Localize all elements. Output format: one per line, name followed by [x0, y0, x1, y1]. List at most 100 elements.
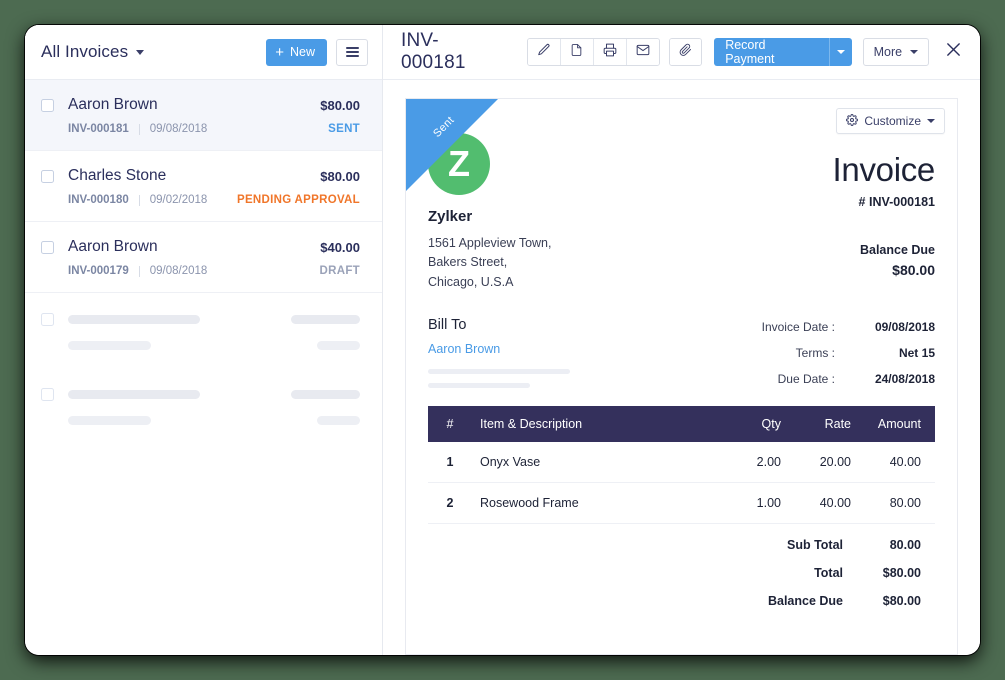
page-title: INV-000181 [401, 30, 466, 73]
record-payment-button[interactable]: Record Payment [714, 38, 852, 66]
list-item-placeholder [25, 293, 382, 368]
email-button[interactable] [626, 39, 660, 65]
placeholder-bar [291, 390, 360, 399]
placeholder-bar [317, 416, 360, 425]
print-button[interactable] [593, 39, 627, 65]
placeholder-bar [68, 416, 151, 425]
date-value: 09/08/2018 [874, 320, 935, 335]
list-item[interactable]: Charles Stone $80.00 INV-000180 09/02/20… [25, 151, 382, 222]
balance-due-label: Balance Due [859, 243, 935, 257]
list-item[interactable]: Aaron Brown $80.00 INV-000181 09/08/2018… [25, 80, 382, 151]
list-item-top-row: Charles Stone $80.00 [41, 167, 360, 185]
total-value: $80.00 [882, 566, 921, 581]
placeholder-bar [428, 383, 530, 389]
date-value: 24/08/2018 [874, 372, 935, 387]
list-item[interactable]: Aaron Brown $40.00 INV-000179 09/08/2018… [25, 222, 382, 293]
date-row: Due Date : 24/08/2018 [762, 372, 935, 386]
company-block: Z Zylker 1561 Appleview Town, Bakers Str… [428, 133, 551, 292]
chevron-down-icon [910, 50, 919, 54]
attachment-icon-group [669, 38, 703, 66]
total-value: 80.00 [889, 538, 921, 553]
line-items-table: # Item & Description Qty Rate Amount 1 O… [428, 406, 935, 525]
detail-header: INV-000181 Record Payment More [383, 25, 980, 80]
total-value: $80.00 [882, 594, 921, 609]
row-checkbox[interactable] [41, 98, 54, 112]
customer-name: Aaron Brown [68, 96, 158, 113]
column-header-description: Item & Description [462, 406, 719, 443]
divider [138, 265, 140, 277]
company-logo: Z [428, 133, 490, 195]
customize-button[interactable]: Customize [836, 108, 945, 134]
close-button[interactable] [942, 41, 964, 63]
more-label: More [873, 45, 903, 59]
placeholder-meta-row [41, 341, 360, 350]
attachment-button[interactable] [670, 39, 702, 65]
cell-qty: 2.00 [719, 442, 781, 484]
date-row: Terms : Net 15 [762, 346, 935, 360]
sidebar-header-actions: + New [266, 38, 368, 66]
pencil-icon [537, 43, 551, 62]
column-header-amount: Amount [851, 406, 935, 443]
placeholder-bar [68, 315, 200, 324]
table-header-row: # Item & Description Qty Rate Amount [428, 406, 935, 443]
paperclip-icon [679, 43, 692, 62]
invoice-date: 09/02/2018 [149, 194, 208, 206]
new-invoice-button[interactable]: + New [266, 38, 327, 66]
placeholder-top-row [41, 388, 360, 401]
list-title: All Invoices [41, 42, 129, 61]
edit-button[interactable] [527, 39, 561, 65]
invoice-number: INV-000181 [68, 123, 129, 135]
invoice-document-area: Sent Customize Z Zylker 1561 Appleview T… [383, 80, 980, 655]
table-row: 2 Rosewood Frame 1.00 40.00 80.00 [428, 482, 935, 525]
row-checkbox[interactable] [41, 169, 54, 183]
row-checkbox[interactable] [41, 240, 54, 254]
envelope-icon [636, 43, 650, 62]
cell-description: Rosewood Frame [462, 482, 719, 525]
total-label: Balance Due [767, 594, 843, 609]
invoice-filter-dropdown[interactable]: All Invoices [41, 42, 145, 62]
pdf-button[interactable] [560, 39, 594, 65]
record-payment-dropdown[interactable] [828, 38, 852, 66]
date-row: Invoice Date : 09/08/2018 [762, 320, 935, 334]
chevron-down-icon [927, 119, 935, 123]
printer-icon [603, 43, 617, 62]
total-label: Sub Total [786, 538, 843, 553]
pdf-icon [570, 43, 583, 62]
action-icon-group [526, 38, 661, 66]
cell-amount: 80.00 [851, 482, 935, 525]
table-body: 1 Onyx Vase 2.00 20.00 40.00 2 Rosewood … [428, 442, 935, 525]
row-checkbox[interactable] [41, 388, 54, 401]
invoice-detail-panel: INV-000181 Record Payment More Sent Cust… [383, 25, 980, 655]
invoice-heading: Invoice [832, 151, 936, 188]
column-header-rate: Rate [781, 406, 851, 443]
hamburger-icon-line [345, 55, 359, 57]
new-invoice-label: New [289, 45, 315, 59]
list-item-top-row: Aaron Brown $80.00 [41, 96, 360, 114]
bill-to-customer[interactable]: Aaron Brown [428, 342, 570, 356]
address-line-2: Bakers Street, [428, 255, 508, 270]
invoice-date: 09/08/2018 [149, 123, 208, 135]
address-line-3: Chicago, U.S.A [428, 274, 514, 289]
address-line-1: 1561 Appleview Town, [428, 236, 552, 250]
invoice-list: Aaron Brown $80.00 INV-000181 09/08/2018… [25, 80, 382, 655]
bill-to-placeholder [428, 369, 570, 389]
total-label: Total [814, 566, 843, 581]
more-button[interactable]: More [862, 38, 930, 66]
invoice-amount: $80.00 [320, 168, 360, 184]
total-row: Total $80.00 [428, 566, 935, 580]
cell-rate: 40.00 [781, 482, 851, 525]
placeholder-bar [291, 315, 360, 324]
list-item-meta-row: INV-000180 09/02/2018 PENDING APPROVAL [41, 194, 360, 206]
placeholder-meta-row [41, 416, 360, 425]
customer-name: Charles Stone [68, 167, 167, 184]
hamburger-icon-line [345, 47, 359, 49]
list-options-button[interactable] [336, 38, 368, 66]
chevron-down-icon [836, 50, 845, 54]
row-checkbox[interactable] [41, 313, 54, 326]
sidebar-header: All Invoices + New [25, 25, 382, 80]
placeholder-bar [428, 369, 570, 375]
list-item-meta-row: INV-000179 09/08/2018 DRAFT [41, 265, 360, 277]
gear-icon [846, 113, 859, 129]
detail-toolbar: Record Payment More [526, 38, 964, 66]
status-badge: PENDING APPROVAL [236, 194, 360, 206]
